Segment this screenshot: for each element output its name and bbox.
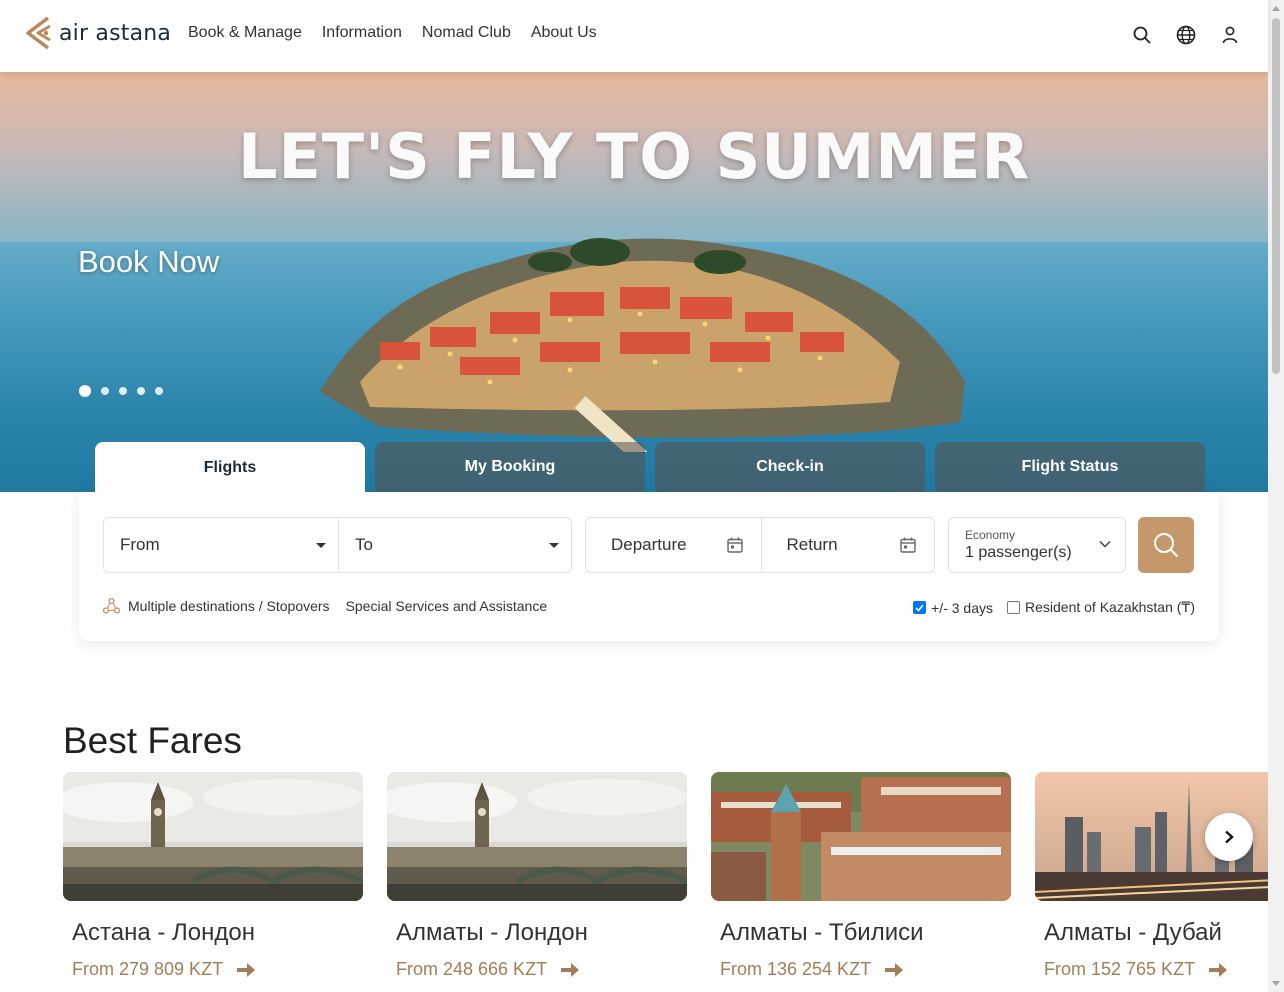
nav-nomad-club[interactable]: Nomad Club xyxy=(422,24,511,42)
flex-days-option[interactable]: +/- 3 days xyxy=(913,600,993,616)
departure-placeholder: Departure xyxy=(611,535,687,554)
flex-days-checkbox[interactable] xyxy=(913,601,927,614)
return-date-input[interactable]: Return xyxy=(760,518,935,572)
logo-mark-icon xyxy=(26,16,51,50)
fare-route: Астана - Лондон xyxy=(72,919,255,946)
multi-destinations-link[interactable]: Multiple destinations / Stopovers xyxy=(128,598,330,614)
header-actions xyxy=(1132,24,1240,46)
to-placeholder: To xyxy=(355,535,373,554)
fare-price-text: From 152 765 KZT xyxy=(1044,959,1196,979)
departure-date-input[interactable]: Departure xyxy=(586,518,761,572)
flex-days-label: +/- 3 days xyxy=(931,599,993,616)
cabin-class-label: Economy xyxy=(965,528,1016,542)
fare-card[interactable]: Алматы - Лондон From 248 666 KZT xyxy=(387,772,687,980)
route-fields: From To xyxy=(103,517,572,573)
multi-destination-icon xyxy=(103,598,120,614)
scrollbar-thumb[interactable] xyxy=(1272,18,1280,374)
carousel-dot-4[interactable] xyxy=(137,387,145,395)
search-icon xyxy=(1154,533,1179,558)
carousel-dot-2[interactable] xyxy=(101,387,109,395)
fare-card[interactable]: Алматы - Дубай From 152 765 KZT xyxy=(1035,772,1284,980)
carousel-dot-1[interactable] xyxy=(79,385,91,397)
scroll-up-arrow-icon[interactable] xyxy=(1272,6,1280,11)
from-select[interactable]: From xyxy=(104,518,338,572)
search-flights-button[interactable] xyxy=(1138,517,1194,573)
arrow-right-icon xyxy=(561,962,580,977)
hero-headline: LET'S FLY TO SUMMER xyxy=(237,120,1031,193)
chevron-right-icon xyxy=(1225,830,1234,844)
tab-check-in[interactable]: Check-in xyxy=(655,442,925,492)
user-icon[interactable] xyxy=(1220,24,1240,46)
date-fields: Departure Return xyxy=(585,517,935,573)
fare-card[interactable]: Астана - Лондон From 279 809 KZT xyxy=(63,772,363,980)
fare-price: From 248 666 KZT xyxy=(396,959,687,980)
caret-down-icon xyxy=(549,543,559,548)
fare-route: Алматы - Тбилиси xyxy=(720,919,924,946)
flight-search-panel: From To Departure Return Economy 1 passe… xyxy=(79,492,1219,641)
tab-flight-status[interactable]: Flight Status xyxy=(935,442,1205,492)
caret-down-icon xyxy=(316,543,326,548)
passenger-selector[interactable]: Economy 1 passenger(s) xyxy=(948,517,1126,573)
fare-price: From 136 254 KZT xyxy=(720,959,1011,980)
checkmark-icon xyxy=(915,603,924,612)
calendar-icon xyxy=(900,537,916,553)
resident-checkbox[interactable] xyxy=(1007,601,1020,614)
carousel-dots xyxy=(79,385,163,397)
tab-flights[interactable]: Flights xyxy=(95,442,365,493)
fare-price-text: From 279 809 KZT xyxy=(72,959,224,979)
logo-text: air astana xyxy=(59,20,172,46)
air-astana-logo[interactable]: air astana xyxy=(24,16,171,50)
hero-banner[interactable]: LET'S FLY TO SUMMER Book Now xyxy=(0,72,1268,492)
chevron-down-icon xyxy=(1099,540,1111,548)
nav-about-us[interactable]: About Us xyxy=(531,24,597,42)
search-options-links: Multiple destinations / Stopovers Specia… xyxy=(103,598,547,614)
nav-information[interactable]: Information xyxy=(322,24,402,42)
globe-icon[interactable] xyxy=(1176,24,1196,46)
fares-carousel: Астана - Лондон From 279 809 KZT Алматы … xyxy=(63,772,1284,980)
tab-my-booking[interactable]: My Booking xyxy=(375,442,645,492)
search-checkboxes: +/- 3 days Resident of Kazakhstan (₸) xyxy=(913,599,1195,616)
fare-price: From 152 765 KZT xyxy=(1044,959,1284,980)
fare-card[interactable]: Алматы - Тбилиси From 136 254 KZT xyxy=(711,772,1011,980)
fare-route: Алматы - Дубай xyxy=(1044,919,1222,946)
arrow-right-icon xyxy=(1209,962,1228,977)
resident-label: Resident of Kazakhstan (₸) xyxy=(1025,599,1195,615)
to-select[interactable]: To xyxy=(338,518,571,572)
island-illustration xyxy=(320,238,965,452)
carousel-dot-3[interactable] xyxy=(119,387,127,395)
main-nav: Book & Manage Information Nomad Club Abo… xyxy=(188,24,597,42)
calendar-icon xyxy=(726,537,743,553)
london-image xyxy=(63,772,363,901)
page-scrollbar[interactable] xyxy=(1268,0,1284,992)
search-icon[interactable] xyxy=(1132,24,1152,46)
fare-price-text: From 136 254 KZT xyxy=(720,959,872,979)
special-services-link[interactable]: Special Services and Assistance xyxy=(346,598,548,614)
fare-price: From 279 809 KZT xyxy=(72,959,363,980)
return-placeholder: Return xyxy=(786,535,838,554)
arrow-right-icon xyxy=(237,962,256,977)
from-placeholder: From xyxy=(120,535,160,554)
nav-book-manage[interactable]: Book & Manage xyxy=(188,24,302,42)
booking-tabs: Flights My Booking Check-in Flight Statu… xyxy=(95,442,1205,493)
fare-price-text: From 248 666 KZT xyxy=(396,959,548,979)
arrow-right-icon xyxy=(885,962,904,977)
carousel-next-button[interactable] xyxy=(1205,813,1253,861)
fare-route: Алматы - Лондон xyxy=(396,919,588,946)
passenger-count: 1 passenger(s) xyxy=(965,544,1072,561)
site-header: air astana Book & Manage Information Nom… xyxy=(0,0,1268,72)
carousel-dot-5[interactable] xyxy=(155,387,163,395)
tbilisi-image xyxy=(711,772,1011,901)
book-now-link[interactable]: Book Now xyxy=(78,244,219,280)
best-fares-title: Best Fares xyxy=(63,720,242,761)
resident-option[interactable]: Resident of Kazakhstan (₸) xyxy=(1007,599,1195,616)
scroll-down-arrow-icon[interactable] xyxy=(1272,981,1280,986)
london-image xyxy=(387,772,687,901)
